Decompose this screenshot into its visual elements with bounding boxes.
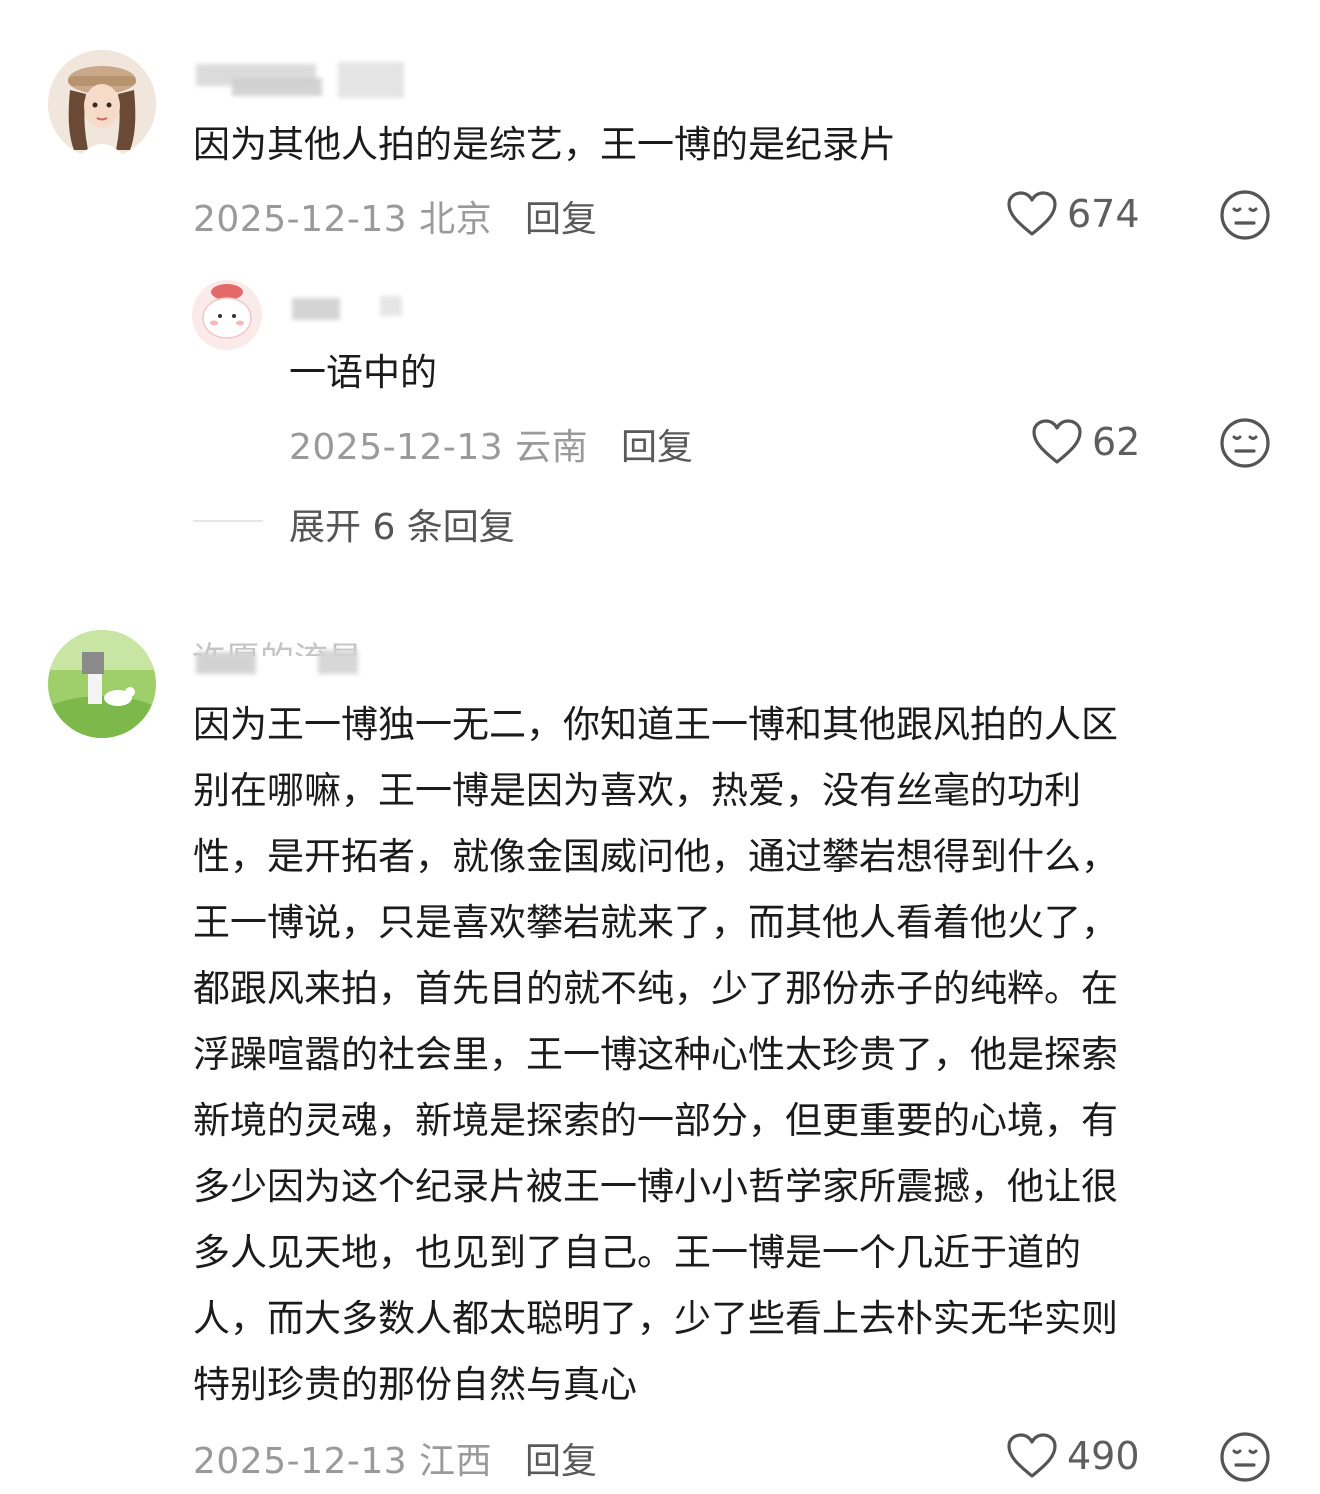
- heart-outline-icon: [1007, 1433, 1057, 1478]
- username-redacted: [318, 650, 358, 674]
- like-count: 490: [1067, 1434, 1140, 1478]
- like-button[interactable]: 62: [1030, 418, 1140, 466]
- comment-meta: 2025-12-13 江西: [193, 1432, 492, 1484]
- avatar[interactable]: [48, 50, 156, 158]
- username-redacted: [338, 62, 404, 98]
- comment-location: 北京: [419, 199, 493, 240]
- neutral-face-icon[interactable]: [1218, 188, 1272, 242]
- comment-text: 因为其他人拍的是综艺，王一博的是纪录片: [193, 123, 896, 166]
- username-redacted: [380, 296, 402, 316]
- avatar-landscape-illustration: [48, 630, 156, 738]
- comment-meta: 2025-12-13 北京: [193, 190, 492, 242]
- neutral-face-icon[interactable]: [1218, 1430, 1272, 1484]
- avatar[interactable]: [192, 280, 262, 350]
- reply-button[interactable]: 回复: [525, 190, 597, 242]
- comment-text: 因为王一博独一无二，你知道王一博和其他跟风拍的人区 别在哪嘛，王一博是因为喜欢，…: [193, 703, 1118, 1406]
- neutral-face-icon[interactable]: [1218, 416, 1272, 470]
- avatar-cartoon-icon: [192, 280, 262, 350]
- reply-text: 一语中的: [289, 351, 437, 394]
- heart-outline-icon: [1032, 419, 1082, 464]
- reply-location: 云南: [515, 427, 589, 468]
- like-button[interactable]: 490: [1005, 1432, 1140, 1480]
- expand-divider: [193, 520, 263, 522]
- comment-location: 江西: [419, 1441, 493, 1482]
- comment-date: 2025-12-13: [193, 1441, 408, 1482]
- reply-button[interactable]: 回复: [525, 1432, 597, 1484]
- avatar-girl-illustration: [48, 50, 156, 158]
- heart-outline-icon: [1007, 191, 1057, 236]
- expand-replies-button[interactable]: 展开 6 条回复: [289, 498, 515, 550]
- username-redacted[interactable]: [292, 298, 340, 320]
- comment-date: 2025-12-13: [193, 199, 408, 240]
- reply-meta: 2025-12-13 云南: [289, 418, 588, 470]
- like-count: 62: [1092, 420, 1141, 464]
- reply-button[interactable]: 回复: [621, 418, 693, 470]
- like-count: 674: [1067, 192, 1140, 236]
- username-redacted: [232, 78, 322, 96]
- username-redacted: [196, 652, 256, 674]
- reply-date: 2025-12-13: [289, 427, 504, 468]
- avatar[interactable]: [48, 630, 156, 738]
- like-button[interactable]: 674: [1005, 190, 1140, 238]
